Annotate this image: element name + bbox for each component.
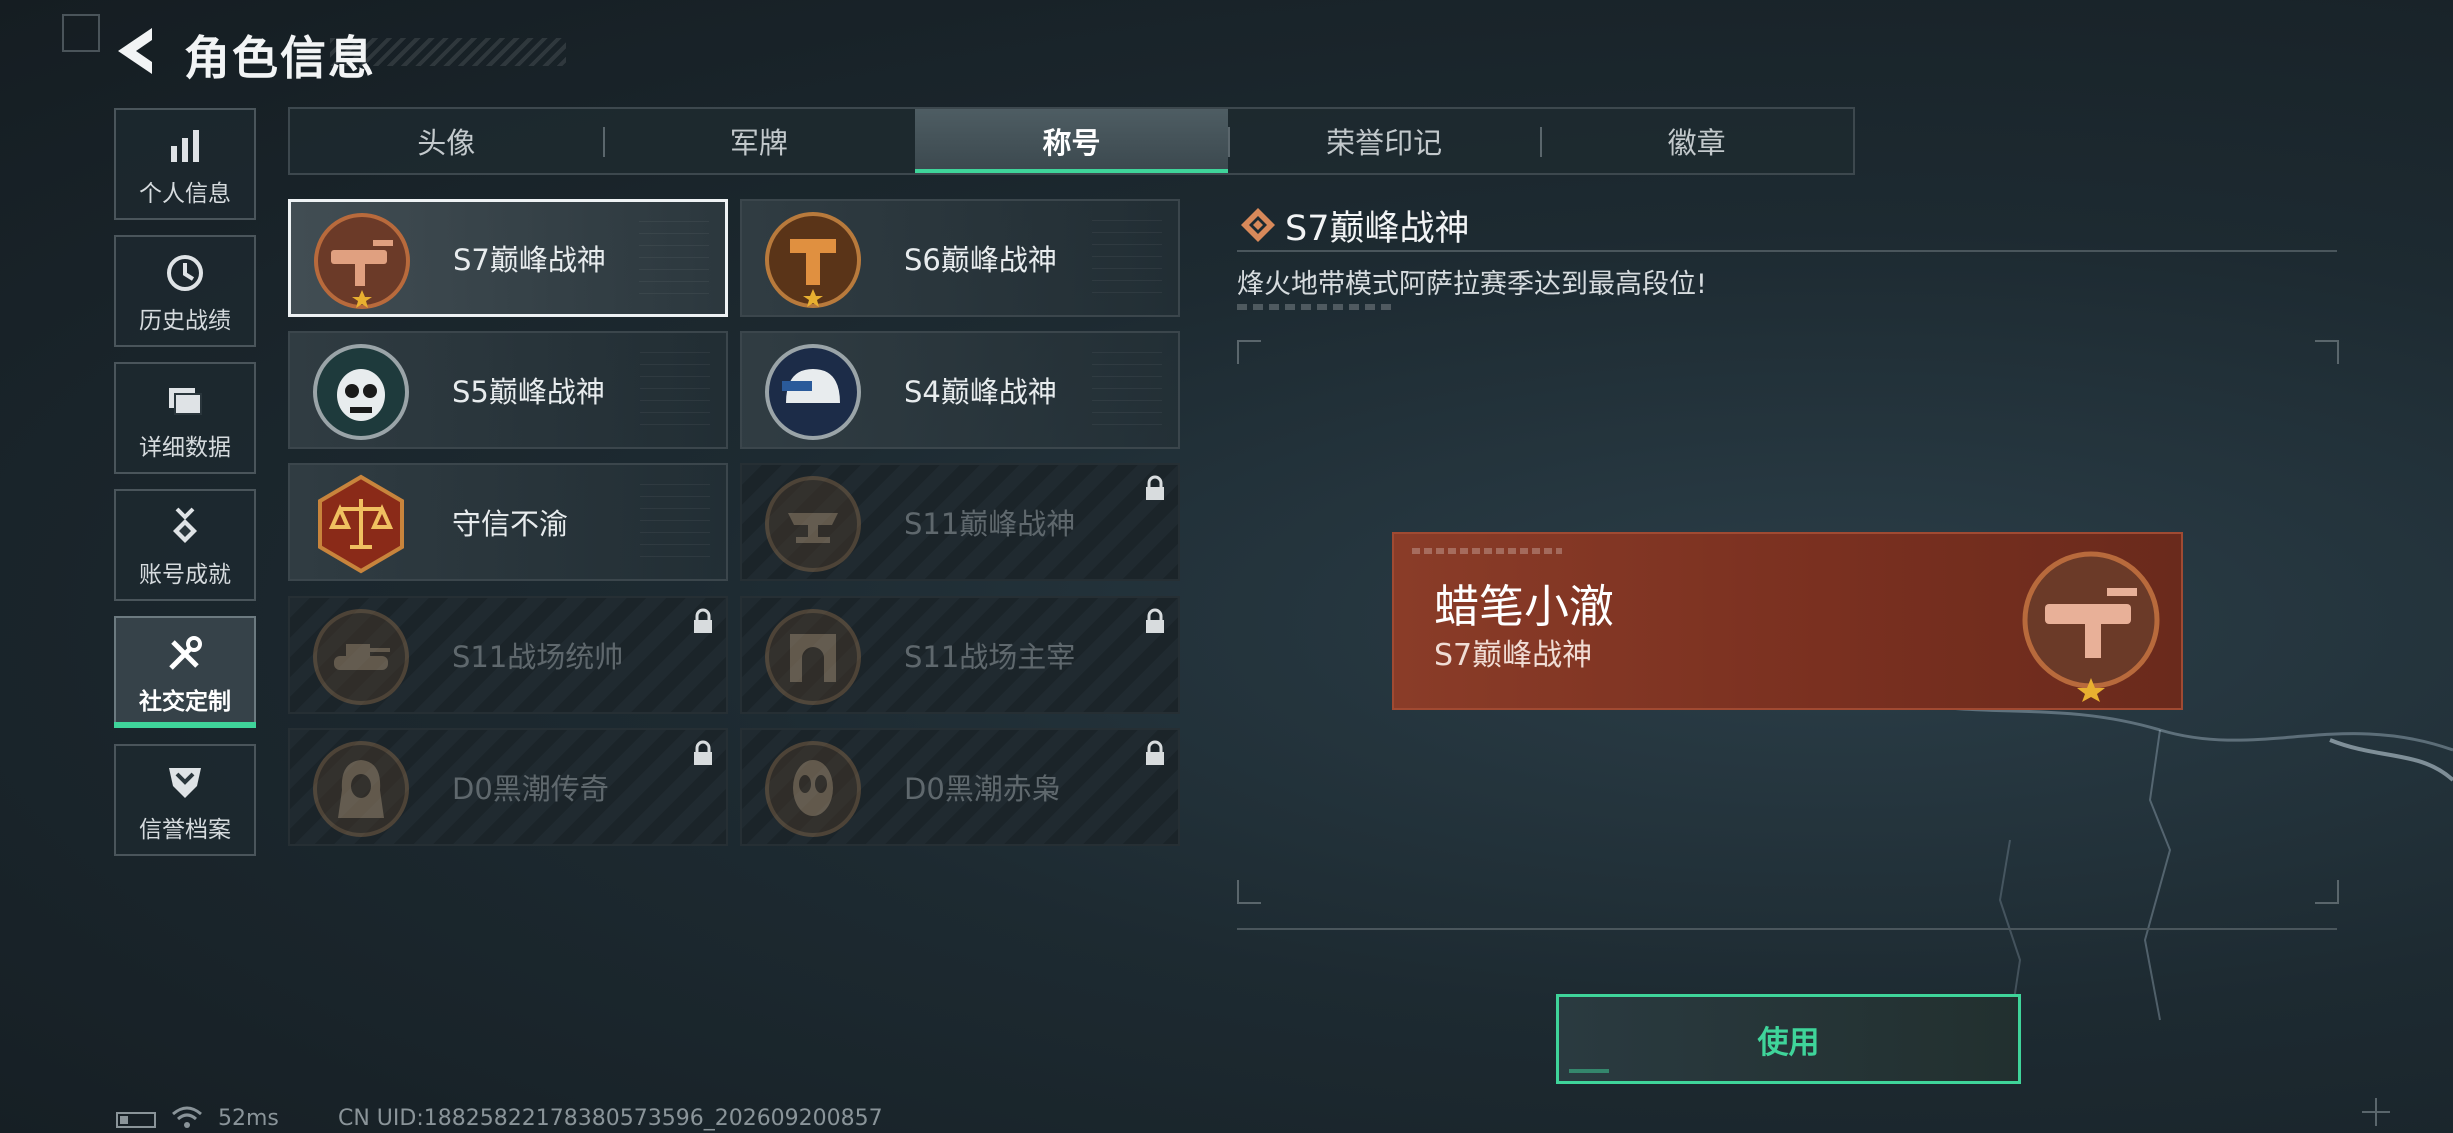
- tab-dog-tag[interactable]: 军牌: [602, 109, 916, 173]
- sidebar-item-achievements[interactable]: 账号成就: [114, 489, 256, 601]
- title-card[interactable]: 守信不渝: [288, 463, 728, 581]
- title-name: S5巅峰战神: [452, 375, 605, 409]
- title-name: S11巅峰战神: [904, 507, 1076, 541]
- sidebar-active-indicator: [114, 722, 256, 728]
- shield-badge-icon: [169, 768, 201, 798]
- sidebar-item-detailed-data[interactable]: 详细数据: [114, 362, 256, 474]
- battery-icon: [116, 1112, 156, 1128]
- category-tabs: 头像 军牌 称号 荣誉印记 徽章: [288, 107, 1855, 175]
- detail-divider: [1237, 250, 2337, 252]
- card-decoration: [640, 345, 710, 425]
- smg-emblem-icon: [2022, 551, 2160, 702]
- title-name: S7巅峰战神: [453, 243, 606, 277]
- preview-frame-corner: [2315, 340, 2339, 364]
- hooded-figure-emblem-icon: [313, 741, 409, 837]
- detail-title: S7巅峰战神: [1285, 209, 1470, 249]
- tower-emblem-icon: [765, 212, 861, 308]
- lock-icon: [1146, 475, 1164, 500]
- lock-icon: [1146, 740, 1164, 765]
- arch-emblem-icon: [765, 609, 861, 705]
- title-card[interactable]: S11战场主宰: [740, 596, 1180, 714]
- tank-emblem-icon: [313, 609, 409, 705]
- title-card[interactable]: S11战场统帅: [288, 596, 728, 714]
- title-name: 守信不渝: [452, 507, 569, 541]
- sidebar-item-label: 账号成就: [139, 562, 231, 588]
- title-card[interactable]: S4巅峰战神: [740, 331, 1180, 449]
- alien-mask-emblem-icon: [765, 741, 861, 837]
- tab-title[interactable]: 称号: [915, 109, 1228, 173]
- title-name: D0黑潮传奇: [452, 772, 609, 806]
- helmet-emblem-icon: [765, 344, 861, 440]
- card-decoration: [639, 214, 709, 294]
- sidebar-item-label: 社交定制: [139, 689, 231, 715]
- tab-badge[interactable]: 徽章: [1540, 109, 1853, 173]
- preview-decoration: [1412, 548, 1562, 554]
- title-card[interactable]: S6巅峰战神: [740, 199, 1180, 317]
- title-preview-banner: 蜡笔小澈 S7巅峰战神: [1392, 532, 2183, 710]
- back-arrow-icon[interactable]: [112, 24, 164, 78]
- card-decoration: [1092, 213, 1162, 293]
- wifi-icon: [172, 1106, 202, 1128]
- sidebar-item-social-customization[interactable]: 社交定制: [114, 616, 256, 728]
- window-corner-marker: [62, 14, 100, 52]
- use-button[interactable]: 使用: [1556, 994, 2021, 1084]
- tab-avatar[interactable]: 头像: [290, 109, 603, 173]
- title-card[interactable]: D0黑潮传奇: [288, 728, 728, 846]
- detail-description: 烽火地带模式阿萨拉赛季达到最高段位!: [1237, 269, 1707, 300]
- title-name: S11战场统帅: [452, 640, 624, 674]
- title-name: S6巅峰战神: [904, 243, 1057, 277]
- title-name: S11战场主宰: [904, 640, 1076, 674]
- lock-icon: [694, 608, 712, 633]
- tools-icon: [169, 636, 202, 670]
- anvil-emblem-icon: [765, 476, 861, 572]
- sidebar-item-label: 详细数据: [139, 435, 231, 461]
- scales-emblem-icon: [318, 474, 404, 574]
- preview-frame-corner: [1237, 880, 1261, 904]
- tab-honor-mark[interactable]: 荣誉印记: [1227, 109, 1541, 173]
- diamond-title-icon: [1241, 208, 1275, 242]
- title-card[interactable]: S7巅峰战神: [288, 199, 728, 317]
- sidebar-item-credit-record[interactable]: 信誉档案: [114, 744, 256, 856]
- title-card[interactable]: S5巅峰战神: [288, 331, 728, 449]
- sidebar-item-label: 历史战绩: [139, 308, 231, 334]
- plus-icon: [2362, 1098, 2390, 1126]
- lock-icon: [1146, 608, 1164, 633]
- detail-decoration: [1237, 304, 1397, 310]
- card-decoration: [1092, 345, 1162, 425]
- skull-mask-emblem-icon: [313, 344, 409, 440]
- lock-icon: [694, 740, 712, 765]
- page-title: 角色信息: [184, 31, 376, 85]
- preview-divider: [1237, 928, 2337, 930]
- card-decoration: [640, 477, 710, 557]
- title-name: S4巅峰战神: [904, 375, 1057, 409]
- preview-player-name: 蜡笔小澈: [1434, 580, 1615, 633]
- folder-data-icon: [169, 388, 202, 415]
- title-card[interactable]: S11巅峰战神: [740, 463, 1180, 581]
- preview-frame-corner: [2315, 880, 2339, 904]
- sidebar-item-label: 信誉档案: [139, 817, 231, 843]
- history-clock-icon: [167, 255, 203, 291]
- preview-frame-corner: [1237, 340, 1261, 364]
- achievement-medal-icon: [173, 507, 197, 543]
- sidebar-item-personal-info[interactable]: 个人信息: [114, 108, 256, 220]
- sidebar-item-history[interactable]: 历史战绩: [114, 235, 256, 347]
- sidebar-item-label: 个人信息: [139, 181, 231, 207]
- title-card[interactable]: D0黑潮赤枭: [740, 728, 1180, 846]
- title-name: D0黑潮赤枭: [904, 772, 1061, 806]
- bar-chart-icon: [171, 130, 199, 162]
- smg-emblem-icon: [314, 213, 410, 309]
- preview-title: S7巅峰战神: [1434, 638, 1593, 673]
- uid-readout: CN UID:18825822178380573596_202609200857: [338, 1106, 883, 1131]
- ping-readout: 52ms: [218, 1106, 279, 1131]
